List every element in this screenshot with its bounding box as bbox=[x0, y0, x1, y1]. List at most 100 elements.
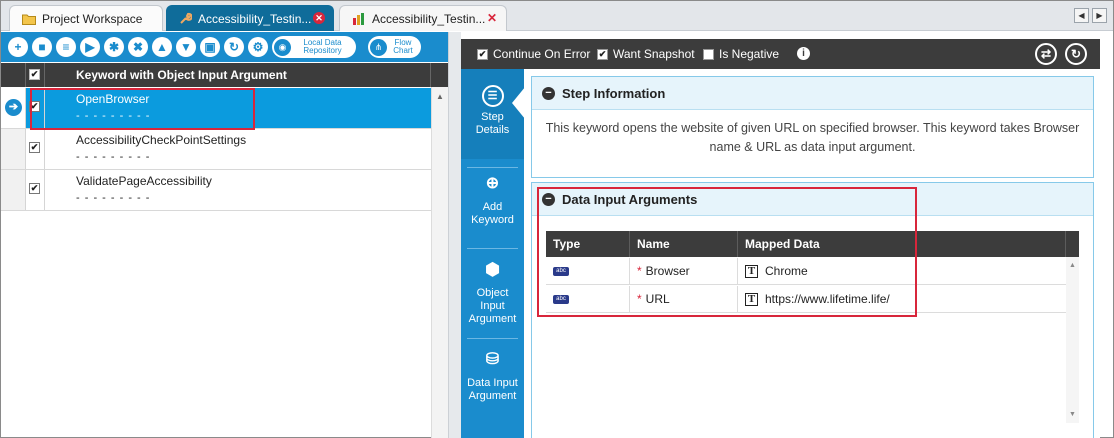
column-name: Name bbox=[630, 231, 738, 257]
info-icon[interactable]: i bbox=[797, 47, 810, 60]
scroll-left-icon[interactable]: ◀ bbox=[1074, 8, 1089, 23]
local-data-repository-button[interactable]: ◉ Local Data Repository bbox=[272, 36, 356, 58]
refresh-icon[interactable]: ↻ bbox=[1065, 43, 1087, 65]
scroll-right-icon[interactable]: ▶ bbox=[1092, 8, 1107, 23]
select-all-checkbox[interactable]: ✔ bbox=[29, 69, 40, 80]
nav-object-input-argument-label: Object Input Argument bbox=[468, 287, 517, 325]
database-icon: ⛁ bbox=[485, 351, 500, 368]
is-negative-label: Is Negative bbox=[719, 47, 780, 61]
table-row[interactable]: abc * URL Thttps://www.lifetime.life/ bbox=[546, 286, 1066, 313]
record-icon[interactable]: ■ bbox=[32, 37, 52, 57]
row-checkbox[interactable]: ✔ bbox=[29, 142, 40, 153]
step-information-header[interactable]: − Step Information bbox=[532, 77, 1093, 110]
play-icon[interactable]: ▶ bbox=[80, 37, 100, 57]
toggle-view-icon[interactable]: ⇄ bbox=[1035, 43, 1057, 65]
table-row[interactable]: ➔ ✔ OpenBrowser - - - - - - - - - bbox=[1, 88, 431, 129]
cube-icon: ⬢ bbox=[485, 260, 500, 279]
tab-accessibility-testing-report[interactable]: Accessibility_Testin... ✕ bbox=[339, 5, 507, 31]
data-input-arguments-title: Data Input Arguments bbox=[562, 191, 698, 207]
refresh-icon[interactable]: ↻ bbox=[224, 37, 244, 57]
debug-icon[interactable]: ✱ bbox=[104, 37, 124, 57]
required-marker: * bbox=[637, 264, 642, 278]
globe-icon: ◉ bbox=[274, 38, 291, 56]
list-icon[interactable]: ≡ bbox=[56, 37, 76, 57]
move-down-icon[interactable]: ▼ bbox=[176, 37, 196, 57]
continue-on-error-checkbox[interactable]: ✔ bbox=[477, 48, 488, 60]
nav-add-keyword-label: Add Keyword bbox=[471, 201, 514, 226]
settings-icon[interactable]: ⚙ bbox=[248, 37, 268, 57]
nav-object-input-argument[interactable]: ⬢ Object Input Argument bbox=[461, 261, 524, 341]
local-data-repository-label: Local Data Repository bbox=[303, 38, 342, 55]
want-snapshot-label: Want Snapshot bbox=[613, 47, 695, 61]
column-mapped-data: Mapped Data bbox=[738, 231, 1066, 257]
tab-project-workspace[interactable]: Project Workspace bbox=[9, 5, 163, 31]
want-snapshot-option[interactable]: ✔ Want Snapshot bbox=[597, 47, 695, 61]
keyword-toolbar: + ■ ≡ ▶ ✱ ✖ ▲ ▼ ▣ ↻ ⚙ ◉ Local Data Repos… bbox=[1, 32, 448, 62]
tab-label: Project Workspace bbox=[42, 11, 143, 26]
close-tab-icon[interactable]: ✕ bbox=[313, 12, 325, 24]
save-icon[interactable]: ▣ bbox=[200, 37, 220, 57]
continue-on-error-label: Continue On Error bbox=[493, 47, 591, 61]
text-type-icon: T bbox=[745, 265, 758, 279]
checklist-icon: ☰ bbox=[481, 85, 504, 107]
step-information-card: − Step Information This keyword opens th… bbox=[531, 76, 1094, 178]
continue-on-error-option[interactable]: ✔ Continue On Error bbox=[477, 47, 590, 61]
nav-data-input-argument[interactable]: ⛁ Data Input Argument bbox=[461, 351, 524, 431]
nav-step-details-label: Step Details bbox=[475, 111, 510, 136]
close-tab-icon[interactable]: ✕ bbox=[486, 12, 498, 24]
mapped-data-value: Chrome bbox=[765, 264, 808, 278]
scroll-down-icon[interactable]: ▼ bbox=[1069, 411, 1076, 418]
keyword-name: AccessibilityCheckPointSettings bbox=[76, 133, 247, 147]
tab-scroll-arrows: ◀ ▶ bbox=[1074, 8, 1107, 23]
tab-accessibility-testing-active[interactable]: Accessibility_Testin... ✕ bbox=[166, 5, 334, 31]
delete-icon[interactable]: ✖ bbox=[128, 37, 148, 57]
keyword-grid-header: ✔ Keyword with Object Input Argument bbox=[1, 63, 448, 87]
mapped-data-value: https://www.lifetime.life/ bbox=[765, 292, 890, 306]
table-row[interactable]: ✔ AccessibilityCheckPointSettings - - - … bbox=[1, 129, 431, 170]
required-marker: * bbox=[637, 292, 642, 306]
scroll-up-icon[interactable]: ▲ bbox=[436, 92, 444, 101]
tab-bar: Project Workspace Accessibility_Testin..… bbox=[1, 1, 1113, 31]
keyword-column-header: Keyword with Object Input Argument bbox=[45, 63, 431, 87]
keyword-object-placeholder: - - - - - - - - - bbox=[76, 151, 151, 163]
panel-splitter[interactable] bbox=[448, 32, 461, 438]
scroll-up-icon[interactable]: ▲ bbox=[1069, 262, 1076, 269]
wrench-icon bbox=[180, 12, 192, 24]
keyword-object-placeholder: - - - - - - - - - bbox=[76, 110, 151, 122]
data-table-scrollbar[interactable]: ▲ ▼ bbox=[1066, 257, 1079, 423]
row-checkbox[interactable]: ✔ bbox=[29, 101, 40, 112]
step-information-title: Step Information bbox=[562, 85, 666, 101]
nav-data-input-argument-label: Data Input Argument bbox=[467, 377, 518, 402]
keyword-object-placeholder: - - - - - - - - - bbox=[76, 192, 151, 204]
grid-scrollbar[interactable]: ▲ bbox=[431, 87, 448, 438]
current-step-arrow-icon: ➔ bbox=[5, 99, 22, 116]
is-negative-checkbox[interactable] bbox=[703, 48, 714, 60]
keyword-name: ValidatePageAccessibility bbox=[76, 174, 212, 188]
flow-chart-icon: ⋔ bbox=[370, 38, 387, 56]
data-input-arguments-header[interactable]: − Data Input Arguments bbox=[532, 183, 1093, 216]
text-type-icon: T bbox=[745, 293, 758, 307]
add-keyword-icon: ⊕ bbox=[485, 175, 500, 192]
chart-icon bbox=[353, 12, 364, 25]
argument-name: Browser bbox=[645, 264, 690, 278]
table-row[interactable]: abc * Browser T Chrome bbox=[546, 258, 1066, 285]
want-snapshot-checkbox[interactable]: ✔ bbox=[597, 48, 608, 60]
folder-icon bbox=[22, 14, 36, 25]
collapse-icon[interactable]: − bbox=[542, 86, 555, 100]
flow-chart-button[interactable]: ⋔ Flow Chart bbox=[368, 36, 421, 58]
table-row[interactable]: ✔ ValidatePageAccessibility - - - - - - … bbox=[1, 170, 431, 211]
is-negative-option[interactable]: Is Negative bbox=[703, 47, 779, 61]
step-description: This keyword opens the website of given … bbox=[545, 121, 1080, 154]
data-table-header: Type Name Mapped Data bbox=[546, 231, 1079, 257]
string-type-icon: abc bbox=[553, 295, 569, 305]
step-options-bar: ✔ Continue On Error ✔ Want Snapshot Is N… bbox=[461, 39, 1100, 69]
string-type-icon: abc bbox=[553, 267, 569, 277]
tab-label: Accessibility_Testin... bbox=[372, 11, 486, 26]
flow-chart-label: Flow Chart bbox=[393, 38, 413, 55]
row-checkbox[interactable]: ✔ bbox=[29, 183, 40, 194]
collapse-icon[interactable]: − bbox=[542, 192, 555, 206]
move-up-icon[interactable]: ▲ bbox=[152, 37, 172, 57]
add-icon[interactable]: + bbox=[8, 37, 28, 57]
keyword-name: OpenBrowser bbox=[76, 92, 150, 106]
nav-add-keyword[interactable]: ⊕ Add Keyword bbox=[461, 175, 524, 255]
